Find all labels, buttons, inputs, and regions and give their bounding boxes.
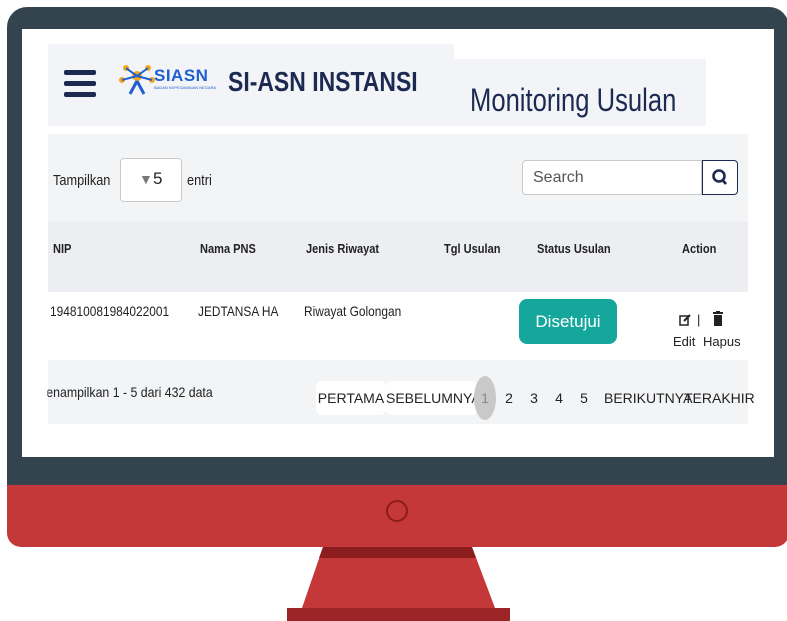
col-action: Action [682, 241, 717, 256]
table-header [48, 222, 748, 292]
cell-nip: 194810081984022001 [50, 303, 170, 319]
logo-text: SIASN [154, 66, 209, 85]
pagination-page-1[interactable]: 1 [474, 376, 496, 420]
pagination-info: Menampilkan 1 - 5 dari 432 data [36, 384, 213, 400]
page-size-select[interactable]: ▼ 5 [120, 158, 182, 202]
search-input[interactable] [522, 160, 702, 195]
edit-icon[interactable] [679, 314, 691, 326]
delete-link[interactable]: Hapus [703, 334, 741, 349]
col-status: Status Usulan [537, 241, 611, 256]
col-nama: Nama PNS [200, 241, 256, 256]
edit-link[interactable]: Edit [673, 334, 695, 349]
pagination-page-2[interactable]: 2 [502, 381, 516, 415]
page-size-value: 5 [153, 169, 163, 188]
app-title: SI-ASN INSTANSI [228, 66, 418, 97]
pagination-prev[interactable]: SEBELUMNYA [386, 381, 481, 415]
show-label: Tampilkan [53, 172, 111, 189]
col-jenis: Jenis Riwayat [306, 241, 380, 256]
pagination-page-3[interactable]: 3 [527, 381, 541, 415]
cell-jenis: Riwayat Golongan [304, 303, 402, 319]
search-icon [712, 169, 728, 185]
pagination-next[interactable]: BERIKUTNYA [604, 381, 692, 415]
logo-subtext: BADAN KEPEGAWAIAN NEGARA [154, 85, 217, 90]
search-button[interactable] [702, 160, 738, 195]
col-tgl: Tgl Usulan [444, 241, 501, 256]
page-title: Monitoring Usulan [470, 82, 677, 118]
cell-nama: JEDTANSA HA [198, 303, 279, 319]
status-badge[interactable]: Disetujui [519, 299, 617, 344]
pagination-page-4[interactable]: 4 [552, 381, 566, 415]
trash-icon[interactable] [713, 311, 723, 326]
menu-icon[interactable] [64, 70, 96, 98]
pagination-first[interactable]: PERTAMA [316, 381, 386, 415]
pagination-page-5[interactable]: 5 [577, 381, 591, 415]
siasn-logo-icon [119, 65, 155, 95]
power-icon [386, 500, 408, 522]
pagination-last[interactable]: TERAKHIR [684, 381, 755, 415]
col-nip: NIP [53, 241, 72, 256]
action-divider: | [697, 312, 701, 327]
caret-down-icon: ▼ [139, 171, 153, 187]
entries-label: entri [187, 172, 212, 189]
